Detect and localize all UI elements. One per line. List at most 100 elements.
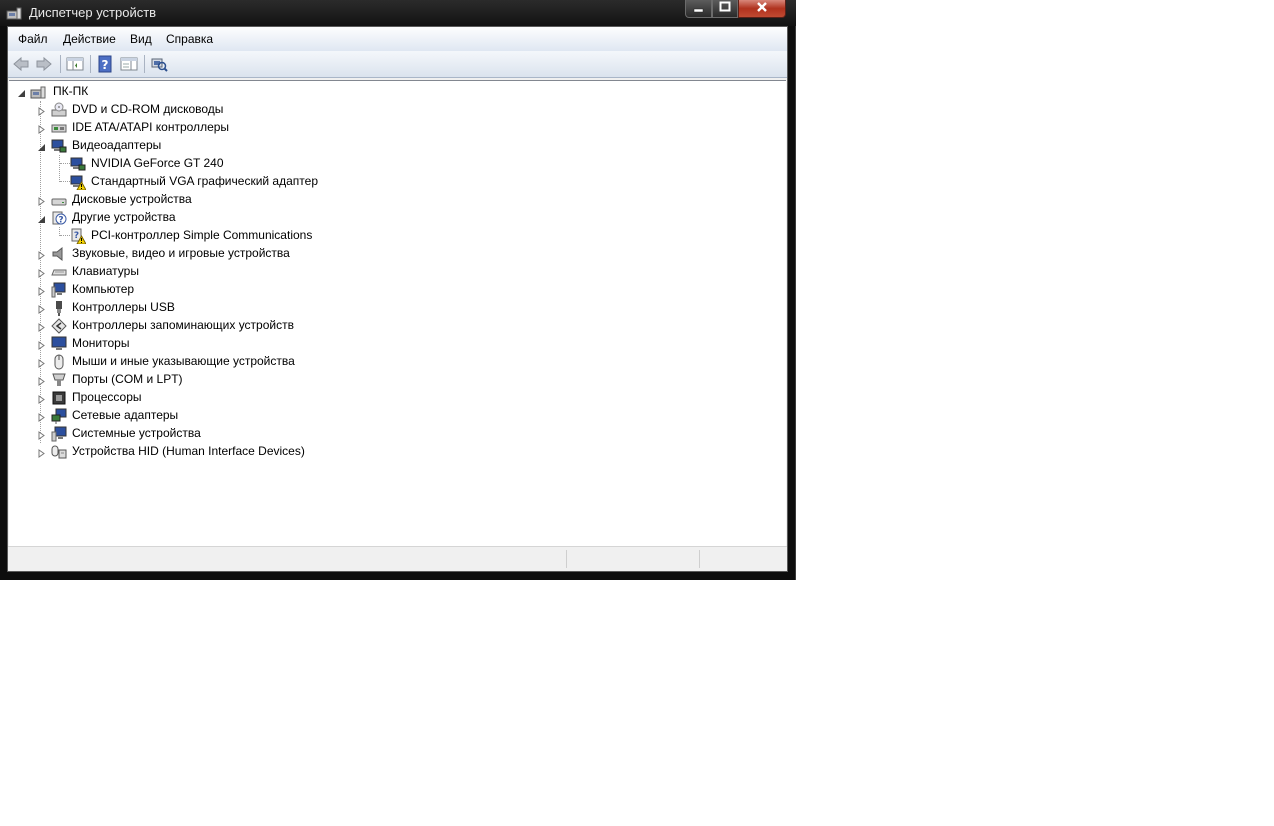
minimize-icon [693, 8, 703, 13]
menu-view[interactable]: Вид [130, 32, 152, 46]
expand-icon[interactable] [37, 249, 46, 260]
tree-item-display-adapters[interactable]: Видеоадаптеры [9, 137, 409, 155]
unknown-device-warning-icon: ? [70, 228, 87, 245]
tree-root-label: ПК-ПК [53, 84, 89, 98]
svg-text:?: ? [58, 216, 63, 226]
toolbar: ? [8, 51, 787, 78]
display-adapter-icon [51, 138, 67, 154]
toolbar-separator [60, 55, 61, 73]
close-icon [757, 2, 767, 12]
expand-icon[interactable] [37, 393, 46, 404]
expand-icon[interactable] [37, 123, 46, 134]
tree-item-pci-controller[interactable]: ? PCI-контроллер Simple Communications [9, 227, 409, 245]
tree-item-label: Устройства HID (Human Interface Devices) [72, 444, 305, 458]
computer-icon [30, 84, 46, 100]
tree-item-keyboards[interactable]: Клавиатуры [9, 263, 409, 281]
maximize-button[interactable] [712, 0, 738, 18]
status-separator [566, 550, 567, 568]
expand-icon[interactable] [37, 303, 46, 314]
scan-hardware-icon[interactable] [150, 55, 168, 73]
computer-icon [51, 282, 67, 298]
tree-item-label: PCI-контроллер Simple Communications [91, 228, 313, 242]
expand-icon[interactable] [37, 357, 46, 368]
collapse-icon[interactable] [17, 87, 26, 97]
tree-item-label: Компьютер [72, 282, 135, 296]
close-button[interactable] [738, 0, 786, 18]
tree-item-other-devices[interactable]: ? Другие устройства [9, 209, 409, 227]
expand-icon[interactable] [37, 105, 46, 116]
menu-action[interactable]: Действие [63, 32, 116, 46]
tree-item-usb[interactable]: Контроллеры USB [9, 299, 409, 317]
title-bar[interactable]: Диспетчер устройств [0, 0, 796, 26]
expand-icon[interactable] [37, 321, 46, 332]
tree-item-system-devices[interactable]: Системные устройства [9, 425, 409, 443]
tree-item-network-adapters[interactable]: Сетевые адаптеры [9, 407, 409, 425]
device-manager-icon [6, 5, 22, 21]
tree-item-disk-drives[interactable]: Дисковые устройства [9, 191, 409, 209]
tree-root[interactable]: ПК-ПК [9, 83, 309, 101]
tree-item-label: Сетевые адаптеры [72, 408, 179, 422]
tree-item-sound[interactable]: Звуковые, видео и игровые устройства [9, 245, 409, 263]
maximize-icon [719, 1, 731, 12]
tree-item-ports[interactable]: Порты (COM и LPT) [9, 371, 409, 389]
tree-item-label: Видеоадаптеры [72, 138, 162, 152]
display-adapter-icon [70, 156, 86, 172]
expand-icon[interactable] [37, 375, 46, 386]
ide-controller-icon [51, 120, 67, 136]
tree-item-vga[interactable]: Стандартный VGA графический адаптер [9, 173, 409, 191]
collapse-icon[interactable] [37, 141, 46, 151]
hid-icon [51, 444, 67, 460]
back-arrow-icon[interactable] [12, 55, 30, 73]
svg-text:?: ? [102, 58, 109, 72]
console-tree-icon[interactable] [120, 55, 138, 73]
tree-item-label: DVD и CD-ROM дисководы [72, 102, 224, 116]
minimize-button[interactable] [685, 0, 712, 18]
expand-icon[interactable] [37, 339, 46, 350]
tree-item-dvd[interactable]: DVD и CD-ROM дисководы [9, 101, 409, 119]
tree-item-label: IDE ATA/ATAPI контроллеры [72, 120, 230, 134]
expand-icon[interactable] [37, 429, 46, 440]
tree-item-label: Контроллеры USB [72, 300, 175, 314]
tree-item-label: Системные устройства [72, 426, 201, 440]
window-client-area: Файл Действие Вид Справка ? ПК-ПК DVD и … [7, 26, 788, 572]
tree-item-ide[interactable]: IDE ATA/ATAPI контроллеры [9, 119, 409, 137]
status-separator [699, 550, 700, 568]
tree-item-monitors[interactable]: Мониторы [9, 335, 409, 353]
expand-icon[interactable] [37, 285, 46, 296]
expand-icon[interactable] [37, 195, 46, 206]
system-device-icon [51, 426, 67, 442]
tree-item-storage-controllers[interactable]: Контроллеры запоминающих устройств [9, 317, 409, 335]
properties-pane-icon[interactable] [66, 55, 84, 73]
menu-help[interactable]: Справка [166, 32, 213, 46]
tree-item-mice[interactable]: Мыши и иные указывающие устройства [9, 353, 409, 371]
expand-icon[interactable] [37, 411, 46, 422]
keyboard-icon [51, 264, 67, 280]
expand-icon[interactable] [37, 447, 46, 458]
tree-item-processors[interactable]: Процессоры [9, 389, 409, 407]
help-icon[interactable]: ? [96, 55, 114, 73]
unknown-device-icon: ? [51, 210, 67, 226]
tree-item-label: Мыши и иные указывающие устройства [72, 354, 295, 368]
toolbar-separator [144, 55, 145, 73]
device-tree[interactable]: ПК-ПК DVD и CD-ROM дисководы IDE ATA/ATA… [9, 80, 786, 547]
usb-icon [51, 300, 67, 316]
tree-item-label: NVIDIA GeForce GT 240 [91, 156, 224, 170]
forward-arrow-icon[interactable] [35, 55, 53, 73]
status-bar [8, 546, 787, 571]
menu-file[interactable]: Файл [18, 32, 48, 46]
tree-item-computer[interactable]: Компьютер [9, 281, 409, 299]
menu-bar: Файл Действие Вид Справка [8, 27, 787, 52]
display-adapter-warning-icon [70, 174, 87, 191]
storage-controller-icon [51, 318, 67, 334]
collapse-icon[interactable] [37, 213, 46, 223]
tree-item-label: Другие устройства [72, 210, 176, 224]
tree-item-nvidia[interactable]: NVIDIA GeForce GT 240 [9, 155, 409, 173]
tree-item-label: Процессоры [72, 390, 142, 404]
tree-item-label: Стандартный VGA графический адаптер [91, 174, 318, 188]
tree-item-label: Звуковые, видео и игровые устройства [72, 246, 290, 260]
tree-item-label: Контроллеры запоминающих устройств [72, 318, 294, 332]
svg-text:?: ? [74, 231, 79, 241]
tree-item-hid[interactable]: Устройства HID (Human Interface Devices) [9, 443, 409, 461]
mouse-icon [51, 354, 67, 370]
expand-icon[interactable] [37, 267, 46, 278]
